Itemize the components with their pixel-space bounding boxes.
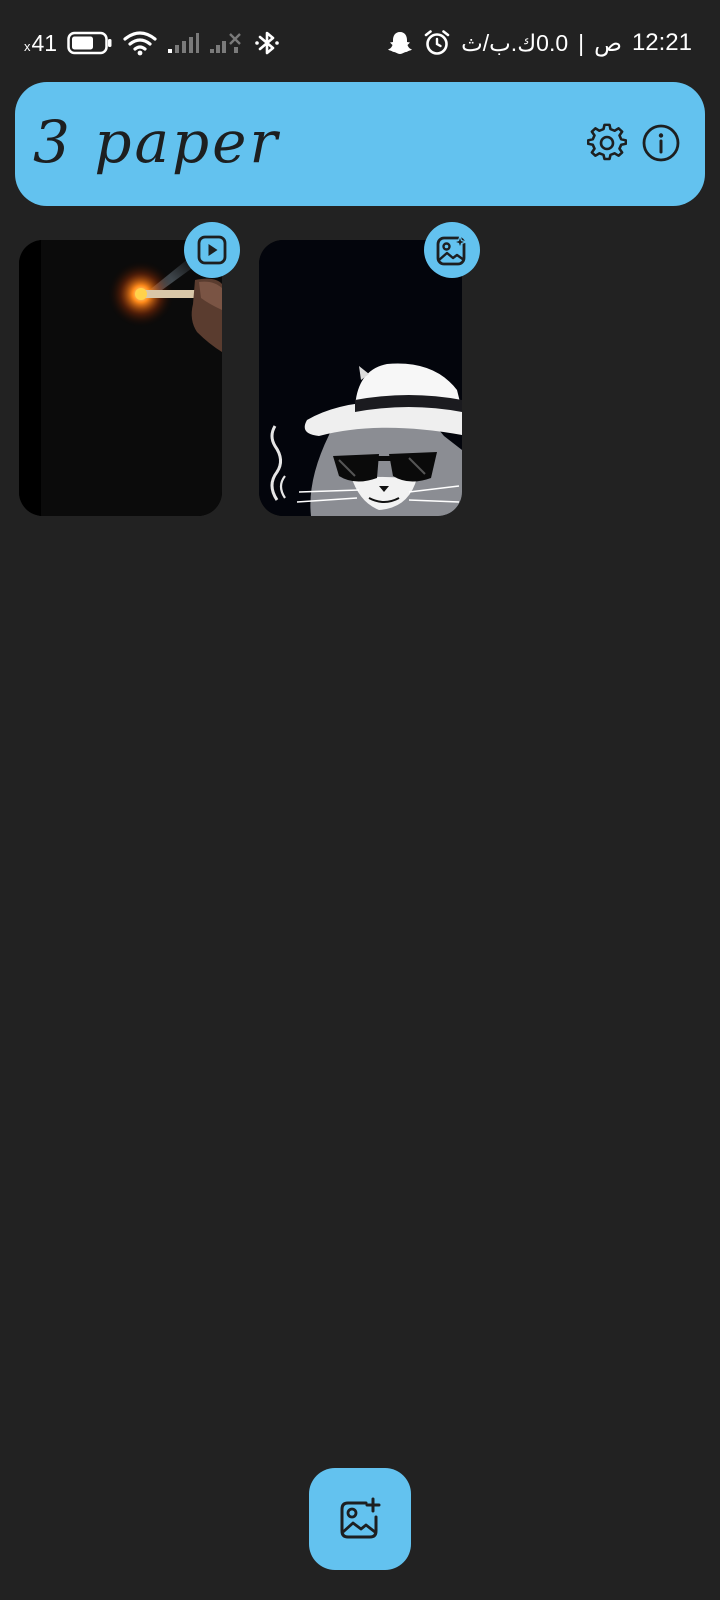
app-title: 3 paper (33, 108, 281, 176)
signal-sim2-icon (209, 32, 243, 54)
bluetooth-icon (253, 29, 281, 57)
status-bar: x 41 ك.ب/ث 0.0 | ص 12:21 (0, 0, 720, 86)
app-header: 3 paper (15, 82, 705, 206)
wallpaper-card-video[interactable] (19, 240, 222, 516)
add-image-icon (338, 1497, 382, 1541)
signal-sim1-icon (167, 32, 200, 54)
network-speed-value: 0.0 (536, 29, 569, 56)
screen: x 41 ك.ب/ث 0.0 | ص 12:21 3 paper (0, 0, 720, 1600)
snapchat-icon (387, 30, 413, 56)
settings-icon (587, 123, 627, 163)
wallpaper-thumbnail-cigarette (19, 240, 222, 516)
battery-icon (67, 31, 113, 55)
status-bar-right: ك.ب/ث 0.0 | ص 12:21 (387, 26, 692, 60)
info-icon (641, 123, 681, 163)
battery-level: 41 (31, 29, 58, 56)
image-badge (424, 222, 480, 278)
info-button[interactable] (641, 123, 681, 163)
wallpaper-thumbnail-cat (259, 240, 462, 516)
network-speed-unit: ك.ب/ث (461, 29, 537, 56)
image-sparkle-icon (435, 233, 469, 267)
play-icon (196, 234, 228, 266)
battery-prefix: x (24, 38, 31, 54)
battery-indicator: x 41 (24, 30, 57, 57)
am-pm-label: ص (594, 29, 622, 56)
alarm-icon (423, 29, 451, 57)
wallpaper-card-image[interactable] (259, 240, 462, 516)
status-separator: | (578, 29, 585, 56)
wifi-icon (123, 30, 157, 56)
settings-button[interactable] (587, 123, 627, 163)
status-bar-left: x 41 (24, 26, 281, 60)
video-badge (184, 222, 240, 278)
add-wallpaper-button[interactable] (309, 1468, 411, 1570)
clock-time: 12:21 (631, 29, 692, 56)
